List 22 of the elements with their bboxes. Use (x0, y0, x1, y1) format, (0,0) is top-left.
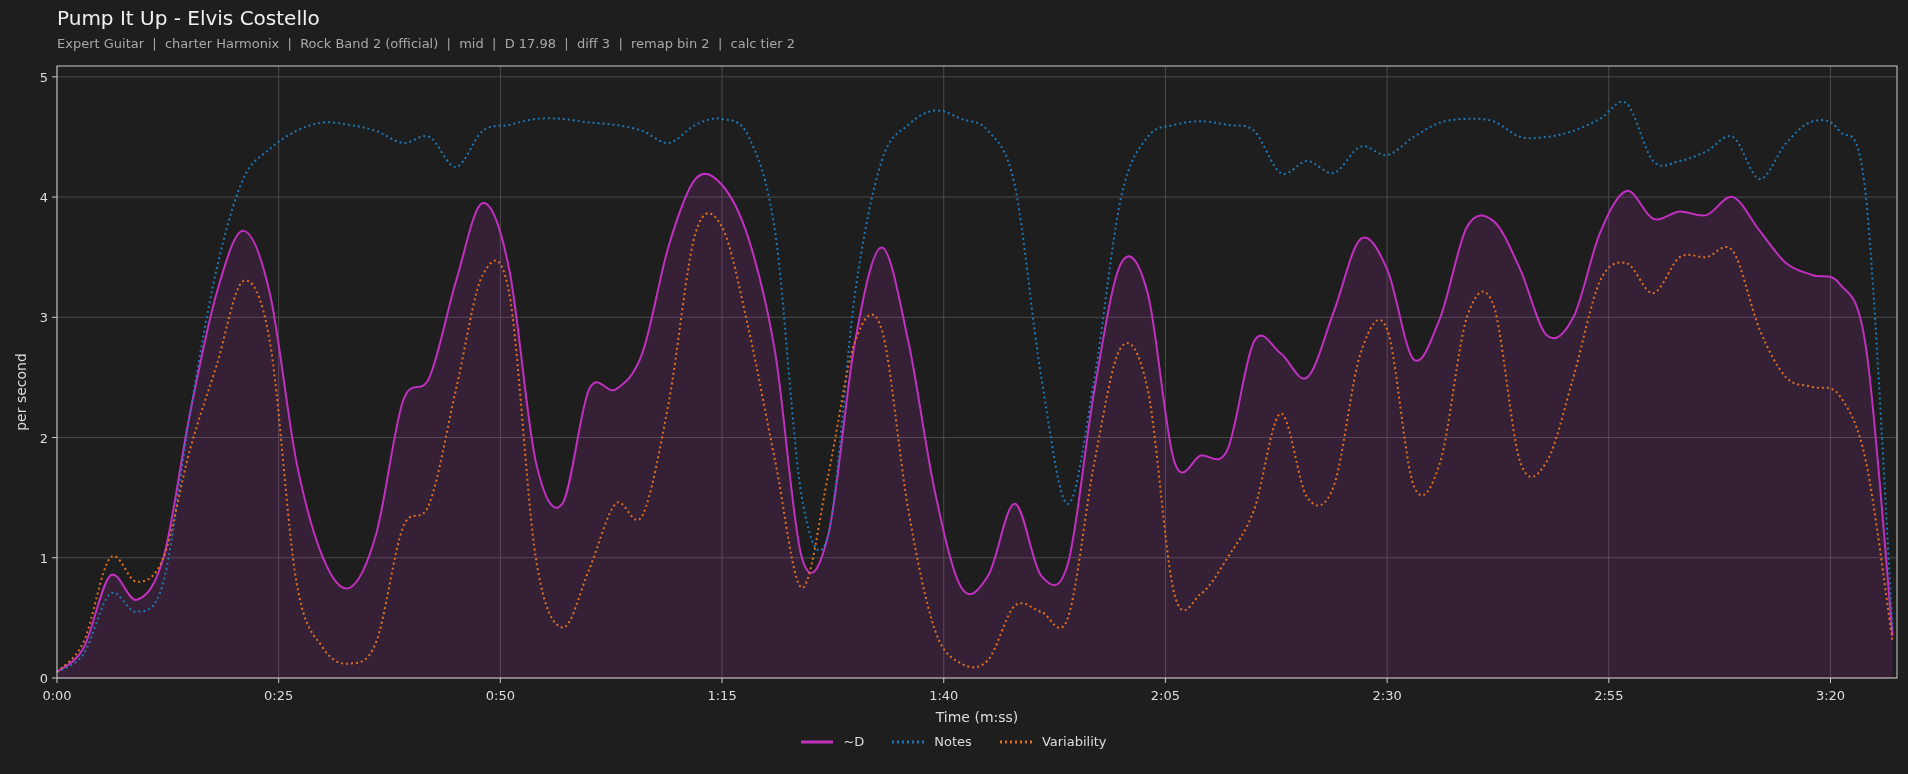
tick-label: 3 (39, 310, 48, 326)
axis-label: per second (13, 353, 29, 431)
chart-subtitle: Expert Guitar | charter Harmonix | Rock Band 2 (official) | mid | D 17.98 | diff 3 | remap bin 2 | calc tier 2 (57, 36, 795, 51)
tick-label: 0:50 (485, 688, 515, 703)
legend-label: Notes (934, 734, 972, 749)
chart-title: Pump It Up - Elvis Costello (57, 6, 320, 30)
tick-label: 4 (39, 190, 48, 206)
tick-label: 5 (39, 69, 48, 85)
tick-label: 0 (39, 671, 48, 686)
tick-label: 3:20 (1815, 688, 1846, 703)
legend-label: ~D (843, 734, 865, 749)
tick-label: 2 (39, 430, 48, 446)
legend-label: Variability (1041, 734, 1107, 749)
tick-label: 0:00 (42, 688, 72, 703)
tick-label: 2:30 (1372, 688, 1402, 703)
tick-label: 2:55 (1594, 688, 1624, 703)
tick-label: 2:05 (1150, 688, 1181, 703)
tick-label: 1 (39, 550, 48, 566)
axis-label: Time (m:ss) (935, 709, 1019, 725)
tick-label: 0:25 (264, 688, 294, 703)
tick-label: 1:15 (707, 688, 737, 703)
tick-label: 1:40 (929, 688, 959, 703)
